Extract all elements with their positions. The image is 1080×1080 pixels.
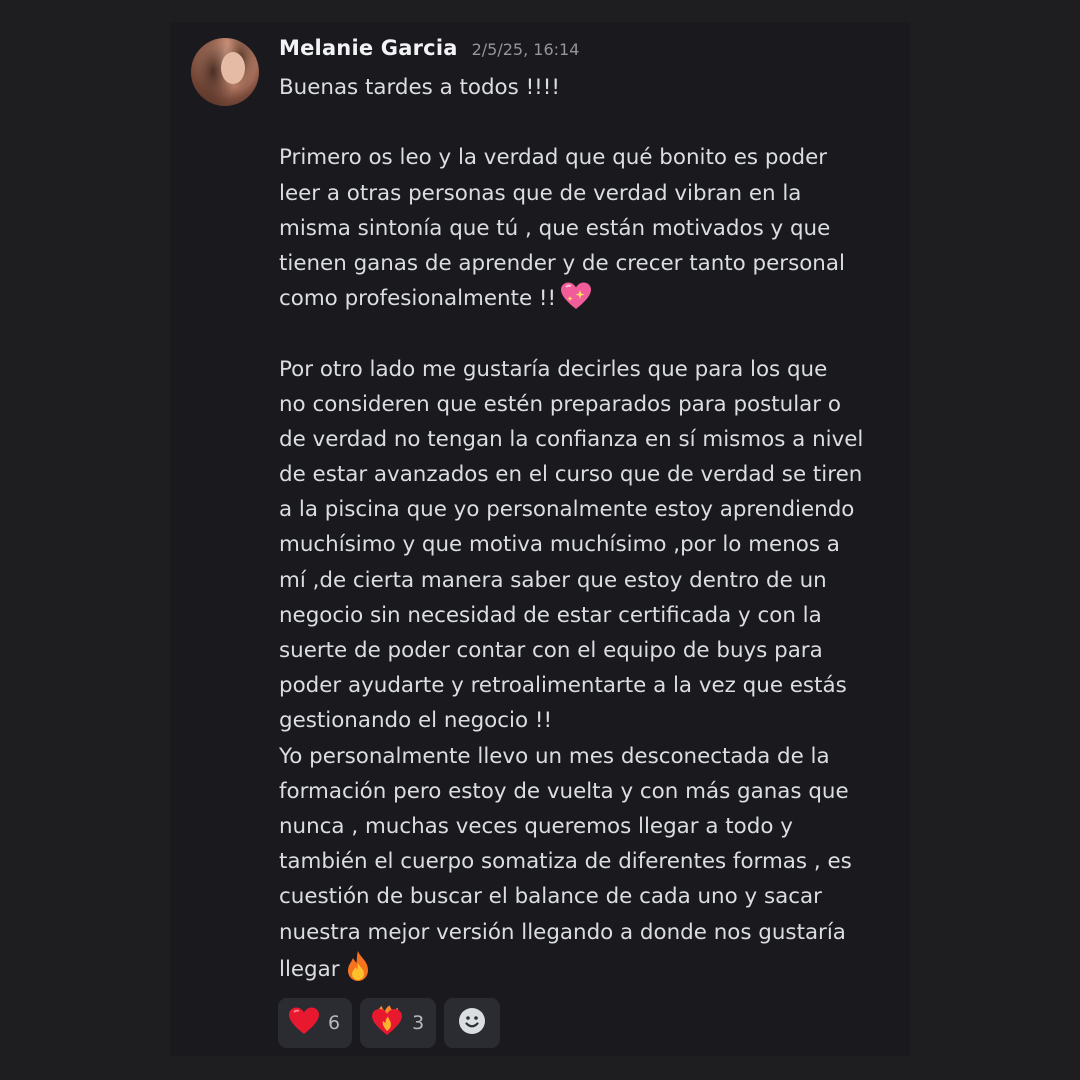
message-line: de verdad no tengan la confianza en sí m… — [279, 426, 864, 452]
username[interactable]: Melanie Garcia — [279, 36, 458, 60]
message-line: muchísimo y que motiva muchísimo ,por lo… — [279, 532, 840, 558]
message-line: Por otro lado me gustaría decirles que p… — [279, 356, 828, 382]
smiley-add-reaction-icon — [458, 1007, 486, 1039]
heart-on-fire-icon — [370, 1005, 404, 1041]
message-line: como profesionalmente !! — [279, 281, 904, 316]
message-line: tienen ganas de aprender y de crecer tan… — [279, 250, 845, 276]
message-line: negocio sin necesidad de estar certifica… — [279, 602, 822, 628]
message-line: llegar — [279, 950, 904, 985]
reaction-count: 3 — [412, 1012, 425, 1034]
red-heart-icon — [288, 1006, 320, 1040]
message-body: Buenas tardes a todos !!!! Primero os le… — [279, 70, 904, 985]
message-header: Melanie Garcia 2/5/25, 16:14 — [279, 36, 579, 66]
reaction-count: 6 — [328, 1012, 341, 1034]
message-line: suerte de poder contar con el equipo de … — [279, 638, 823, 663]
message-line: poder ayudarte y retroalimentarte a la v… — [279, 673, 847, 699]
message-line: mí ,de cierta manera saber que estoy den… — [279, 567, 827, 593]
message-line: Yo personalmente llevo un mes desconecta… — [279, 743, 830, 769]
message-line: Primero os leo y la verdad que qué bonit… — [279, 145, 828, 171]
add-reaction-button[interactable] — [444, 998, 501, 1048]
message-line: cuestión de buscar el balance de cada un… — [279, 884, 822, 910]
message-line: también el cuerpo somatiza de diferentes… — [279, 849, 852, 875]
message-line: nuestra mejor versión llegando a donde n… — [279, 919, 846, 945]
message-line: de estar avanzados en el curso que de ve… — [279, 462, 863, 488]
message-line: a la piscina que yo personalmente estoy … — [279, 497, 855, 523]
reaction-red-heart[interactable]: 6 — [278, 998, 353, 1048]
message-line: formación pero estoy de vuelta y con más… — [279, 778, 849, 804]
fire-icon — [344, 950, 372, 993]
avatar[interactable] — [191, 38, 259, 106]
sparkling-heart-icon — [560, 281, 592, 322]
message-line: gestionando el negocio !! — [279, 708, 553, 734]
reaction-heart-on-fire[interactable]: 3 — [360, 998, 437, 1048]
message-line: no consideren que estén preparados para … — [279, 391, 841, 417]
timestamp: 2/5/25, 16:14 — [471, 40, 580, 59]
message-line: leer a otras personas que de verdad vibr… — [279, 180, 802, 206]
message-line: Buenas tardes a todos !!!! — [279, 75, 560, 100]
message-line: misma sintonía que tú , que están motiva… — [279, 215, 831, 241]
message-line: nunca , muchas veces queremos llegar a t… — [279, 813, 793, 839]
avatar-face — [221, 52, 245, 84]
reactions-bar: 6 3 — [278, 998, 501, 1048]
